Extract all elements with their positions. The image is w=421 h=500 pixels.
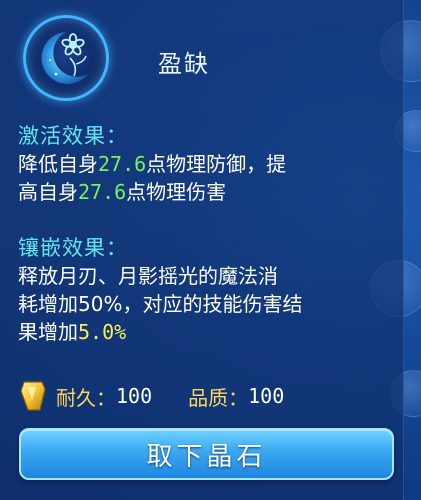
effect-text: 降低自身 (18, 152, 98, 176)
durability-label: 耐久： (56, 385, 116, 410)
inlay-effect-section: 镶嵌效果： 释放月刃、月影摇光的魔法消 耗增加50%，对应的技能伤害结 果增加5… (18, 234, 398, 346)
effect-value: 27.6 (98, 152, 147, 176)
inlay-effect-line: 释放月刃、月影摇光的魔法消 (18, 264, 278, 288)
effect-text: 果增加 (18, 320, 78, 344)
durability-shield-icon (20, 381, 46, 411)
effect-text: 高自身 (18, 180, 78, 204)
item-tooltip-panel: 盈缺 激活效果： 降低自身27.6点物理防御，提 高自身27.6点物理伤害 镶嵌… (0, 0, 404, 500)
inlay-effect-line: 果增加5.0% (18, 318, 398, 346)
inlay-effect-heading: 镶嵌效果： (18, 236, 128, 260)
quality-label: 品质： (188, 385, 249, 410)
effect-value: 5.0% (78, 320, 127, 344)
item-icon (23, 15, 109, 101)
durability-value: 100 (116, 384, 153, 408)
crescent-moon-flower-icon (41, 32, 88, 84)
item-stats: 耐久： 100 品质： 100 (18, 378, 284, 414)
effect-text: 点物理防御，提 (146, 152, 287, 176)
activation-effect-line: 高自身27.6点物理伤害 (18, 178, 398, 206)
inlay-effect-line: 耗增加50%，对应的技能伤害结 (18, 292, 303, 316)
activation-effect-section: 激活效果： 降低自身27.6点物理防御，提 高自身27.6点物理伤害 (18, 122, 398, 206)
activation-effect-line: 降低自身27.6点物理防御，提 (18, 150, 398, 178)
quality-value: 100 (248, 384, 285, 408)
item-name: 盈缺 (158, 50, 210, 78)
effect-value: 27.6 (78, 180, 127, 204)
activation-effect-heading: 激活效果： (18, 124, 128, 148)
remove-crystal-button[interactable]: 取下晶石 (19, 428, 394, 480)
effect-text: 点物理伤害 (126, 180, 227, 204)
